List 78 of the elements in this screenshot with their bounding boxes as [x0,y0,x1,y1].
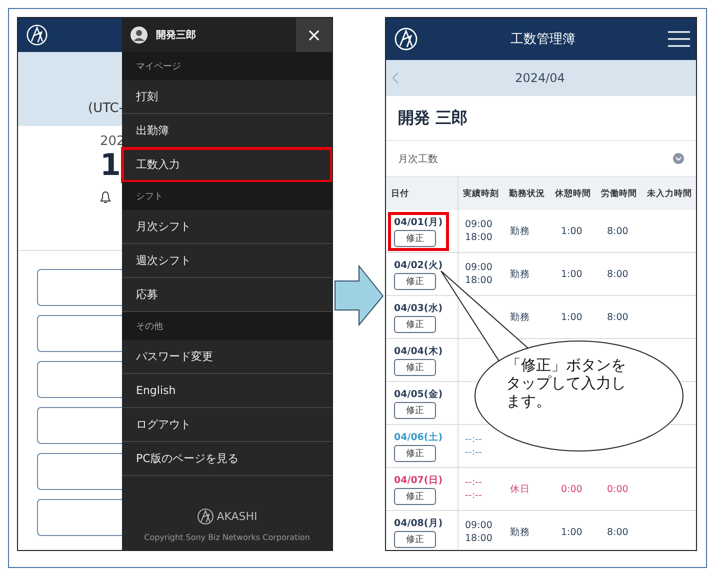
section-label: 月次工数 [398,152,438,166]
edit-button[interactable]: 修正 [394,358,436,376]
edit-button[interactable]: 修正 [394,230,436,246]
callout-text: 「修正」ボタンをタップして入力します。 [506,356,626,410]
timezone-label: (UTC- [88,101,124,116]
time-text: --:-- [465,433,483,446]
chevron-left-icon[interactable] [392,72,400,84]
date-text: 04/02(火) [394,258,443,272]
edit-button[interactable]: 修正 [394,530,436,548]
time-text: --:-- [465,446,483,459]
menu-section-header: マイページ [122,52,332,80]
edit-button[interactable]: 修正 [394,444,436,462]
employee-name: 開発 三郎 [398,108,468,128]
logo-icon [26,24,48,46]
menu-icon[interactable] [668,31,690,47]
status-text: 勤務 [510,268,530,280]
menu-item[interactable]: 打刻 [122,80,332,114]
menu-item[interactable]: 週次シフト [122,244,332,278]
clock-time: 1 [100,149,121,183]
column-header: 休憩時間 [554,188,592,200]
menu-item[interactable]: パスワード変更 [122,340,332,374]
column-header: 実績時刻 [462,188,500,200]
close-button[interactable]: × [296,18,332,52]
status-text: 休日 [510,484,530,494]
date-text: 04/08(月) [394,516,443,530]
status-text: 勤務 [510,312,530,322]
menu-item[interactable]: ログアウト [122,408,332,442]
break-time: 1:00 [561,312,582,322]
work-time: 0:00 [607,484,628,494]
brand-name: AKASHI [216,510,258,523]
break-time: 1:00 [561,268,582,280]
column-header: 労働時間 [600,188,638,200]
edit-button[interactable]: 修正 [394,272,436,290]
chevron-down-icon[interactable] [673,153,684,164]
user-name: 開発三郎 [156,28,196,42]
bell-icon [100,191,111,204]
time-text: --:-- [465,489,483,502]
time-text: 18:00 [465,231,494,244]
time-text: --:-- [465,476,483,489]
month-label: 2024/04 [514,71,566,85]
app-title: 工数管理簿 [510,31,576,48]
time-text: 18:00 [465,274,494,287]
logo-icon [394,27,418,51]
edit-button[interactable]: 修正 [394,316,436,332]
avatar-icon [130,26,148,44]
status-text: 勤務 [510,226,530,236]
menu-item[interactable]: PC版のページを見る [122,442,332,476]
menu-section-header: シフト [122,182,332,210]
menu-item[interactable]: 工数入力 [122,148,332,182]
work-time: 8:00 [607,312,628,322]
copyright-text: Copyright Sony Biz Networks Corporation [144,533,310,542]
column-header: 未入力時間 [646,188,693,200]
menu-item[interactable]: 月次シフト [122,210,332,244]
date-text: 04/06(土) [394,430,443,444]
status-text: 勤務 [510,526,530,538]
date-text: 04/05(金) [394,388,443,400]
arrow-shape [334,265,384,326]
break-time: 0:00 [561,484,582,494]
column-header: 勤務状況 [508,188,546,200]
date-text: 04/07(日) [394,474,443,486]
date-text: 04/03(水) [394,302,443,314]
work-time: 8:00 [607,226,628,236]
time-text: 09:00 [465,519,494,532]
break-time: 1:00 [561,526,582,538]
logo-icon [196,508,214,525]
edit-button[interactable]: 修正 [394,402,436,418]
break-time: 1:00 [561,226,582,236]
date-text: 04/04(木) [394,344,443,358]
edit-button[interactable]: 修正 [394,488,436,504]
menu-item[interactable]: 出勤簿 [122,114,332,148]
menu-item[interactable]: English [122,374,332,408]
date-text: 04/01(月) [394,216,443,228]
work-time: 8:00 [607,268,628,280]
time-text: 09:00 [465,218,494,231]
time-text: 18:00 [465,532,494,545]
menu-section-header: その他 [122,312,332,340]
time-text: 09:00 [465,261,494,274]
work-time: 8:00 [607,526,628,538]
